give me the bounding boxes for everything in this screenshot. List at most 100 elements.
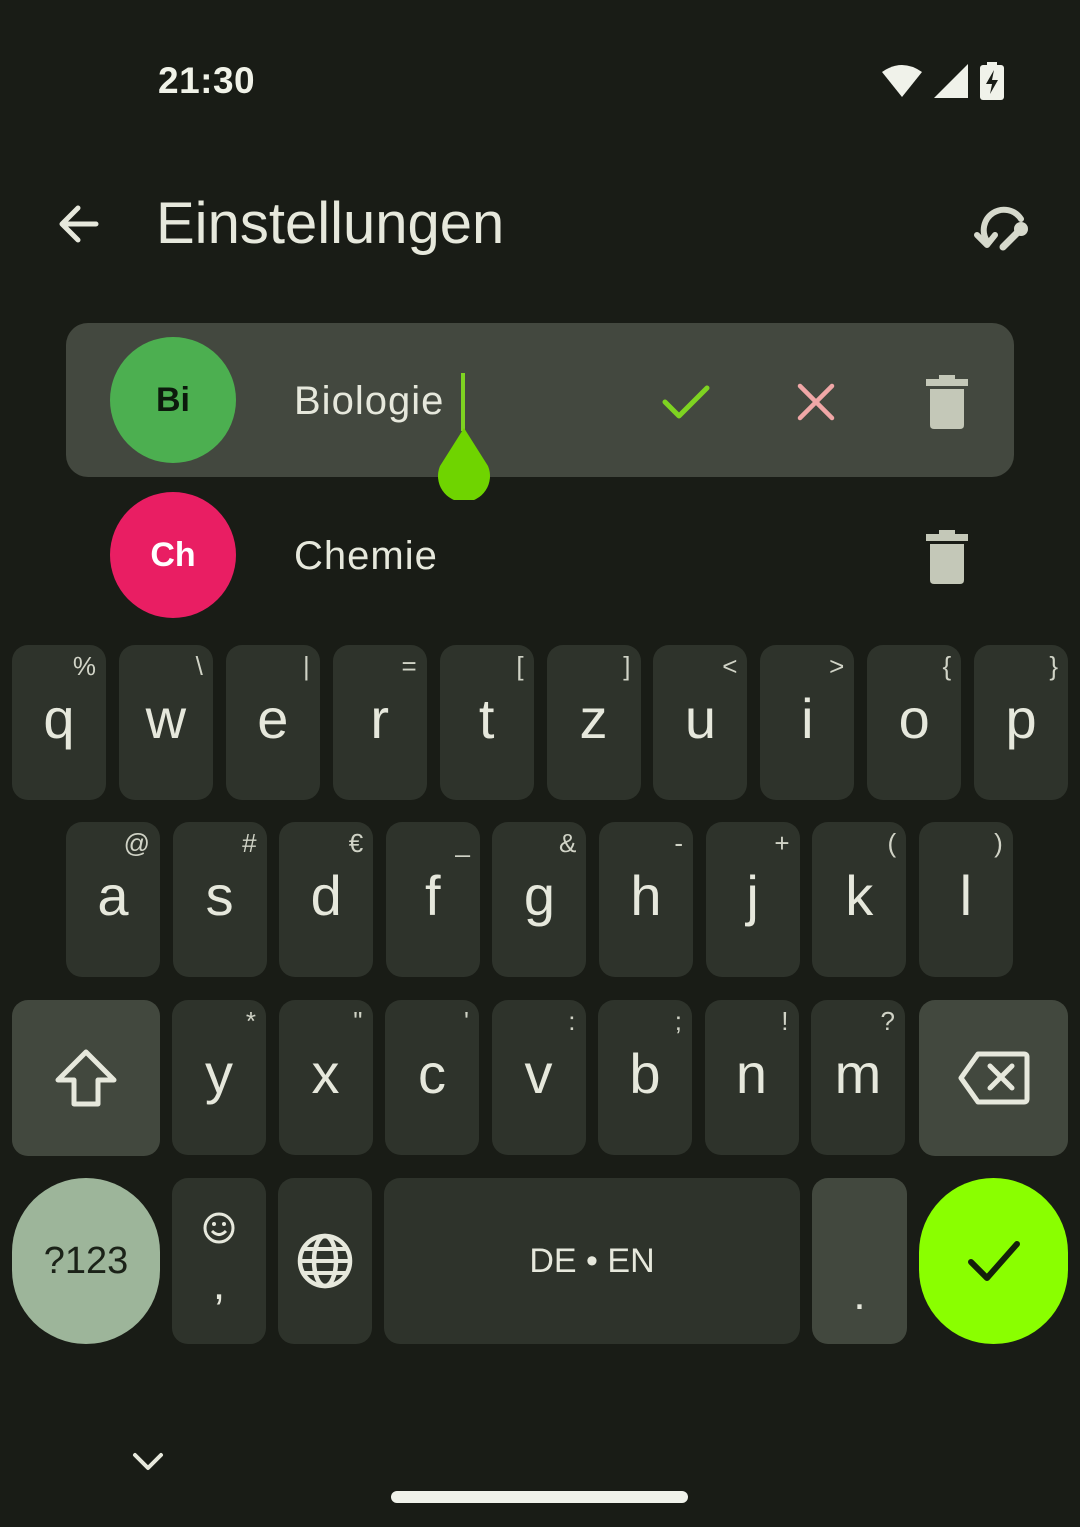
confirm-edit-button[interactable] <box>650 367 720 437</box>
key-hint: = <box>401 651 417 681</box>
key-label: k <box>845 864 874 927</box>
key-hint: € <box>348 828 364 858</box>
backspace-key[interactable] <box>919 1000 1068 1156</box>
key-k[interactable]: (k <box>812 822 907 977</box>
chevron-down-icon <box>133 1453 163 1470</box>
key-d[interactable]: € d <box>279 822 374 977</box>
enter-key[interactable] <box>919 1178 1068 1344</box>
wifi-icon <box>882 65 922 97</box>
home-indicator[interactable] <box>391 1491 688 1503</box>
key-label: c <box>418 1042 446 1105</box>
subject-row-chemie[interactable]: Ch Chemie <box>66 478 1014 632</box>
avatar-text: Ch <box>150 535 196 574</box>
key-g[interactable]: & g <box>492 822 587 977</box>
emoji-icon <box>203 1212 235 1244</box>
key-hint: - <box>674 828 683 858</box>
key-label: j <box>746 864 759 927</box>
key-label: v <box>524 1042 553 1105</box>
arrow-back-icon <box>59 205 99 243</box>
key-h[interactable]: -h <box>599 822 693 977</box>
collapse-keyboard-button[interactable] <box>126 1440 170 1484</box>
key-hint: ! <box>781 1006 789 1036</box>
key-label: w <box>145 687 187 750</box>
key-label: p <box>1005 687 1037 750</box>
comma-label: , <box>212 1260 226 1309</box>
key-x[interactable]: " x <box>278 1000 373 1155</box>
backspace-icon <box>958 1051 1029 1105</box>
delete-button[interactable] <box>912 522 982 592</box>
key-n[interactable]: ! n <box>704 1000 799 1155</box>
key-label: z <box>579 687 608 750</box>
key-hint: _ <box>455 828 470 858</box>
key-label: q <box>43 687 75 750</box>
close-icon <box>797 383 835 421</box>
key-label: l <box>959 864 973 927</box>
key-hint: ; <box>674 1006 682 1036</box>
key-w[interactable]: \ w <box>118 645 213 800</box>
key-y[interactable]: * y <box>172 1000 266 1155</box>
key-hint: [ <box>516 651 524 681</box>
key-label: h <box>630 864 662 927</box>
key-hint: & <box>559 828 577 858</box>
key-a[interactable]: @ a <box>66 822 160 977</box>
key-hint: ] <box>623 651 631 681</box>
shift-icon <box>55 1049 117 1107</box>
key-hint: > <box>829 651 845 681</box>
key-b[interactable]: ; b <box>598 1000 692 1155</box>
back-button[interactable] <box>44 190 112 258</box>
status-icons <box>882 62 1004 100</box>
subject-name-input[interactable]: Biologie <box>294 379 444 424</box>
battery-charging-icon <box>980 62 1004 100</box>
restore-settings-button[interactable] <box>966 192 1038 260</box>
key-hint: " <box>353 1006 363 1036</box>
key-c[interactable]: ' c <box>385 1000 479 1155</box>
key-hint: + <box>774 828 790 858</box>
key-q[interactable]: % q <box>12 645 106 800</box>
settings-backup-restore-icon <box>974 206 1028 251</box>
key-hint: { <box>942 651 952 681</box>
subject-name: Chemie <box>294 534 438 578</box>
key-label: f <box>425 864 441 927</box>
key-label: n <box>735 1042 768 1105</box>
key-label: t <box>478 687 495 750</box>
language-switch-key[interactable] <box>278 1178 372 1344</box>
period-key[interactable]: . <box>812 1178 907 1344</box>
avatar-text: Bi <box>156 380 190 419</box>
symbols-key[interactable]: ?123 <box>12 1178 160 1344</box>
shift-key[interactable] <box>12 1000 160 1156</box>
delete-button[interactable] <box>912 367 982 437</box>
checkmark-icon <box>967 1241 1020 1281</box>
key-label: s <box>205 864 234 927</box>
subject-row-biologie[interactable]: Bi Biologie <box>66 323 1014 477</box>
key-label: i <box>801 687 814 750</box>
key-l[interactable]: ) l <box>918 822 1013 977</box>
key-label: r <box>370 687 390 750</box>
key-label: e <box>257 687 289 750</box>
key-hint: ) <box>994 828 1003 858</box>
key-f[interactable]: _ f <box>385 822 480 977</box>
key-r[interactable]: = r <box>332 645 427 800</box>
trash-icon <box>926 375 968 429</box>
key-hint: < <box>722 651 738 681</box>
key-p[interactable]: } p <box>974 645 1069 800</box>
key-o[interactable]: {o <box>867 645 962 800</box>
globe-icon <box>297 1233 353 1289</box>
key-label: m <box>834 1042 882 1105</box>
key-v[interactable]: :v <box>491 1000 586 1155</box>
key-hint: @ <box>123 828 150 858</box>
check-icon <box>662 385 710 419</box>
key-u[interactable]: < u <box>653 645 748 800</box>
key-m[interactable]: ? m <box>811 1000 905 1155</box>
subject-avatar: Bi <box>110 337 236 463</box>
cancel-edit-button[interactable] <box>781 367 851 437</box>
emoji-comma-key[interactable]: , <box>172 1178 266 1344</box>
key-e[interactable]: | e <box>225 645 320 800</box>
key-z[interactable]: ] z <box>546 645 641 800</box>
key-j[interactable]: + j <box>705 822 800 977</box>
key-s[interactable]: # s <box>172 822 267 977</box>
text-cursor <box>461 373 465 431</box>
key-i[interactable]: > i <box>760 645 855 800</box>
key-t[interactable]: [t <box>439 645 534 800</box>
space-key[interactable]: DE • EN <box>384 1178 800 1344</box>
key-hint: * <box>245 1006 256 1036</box>
